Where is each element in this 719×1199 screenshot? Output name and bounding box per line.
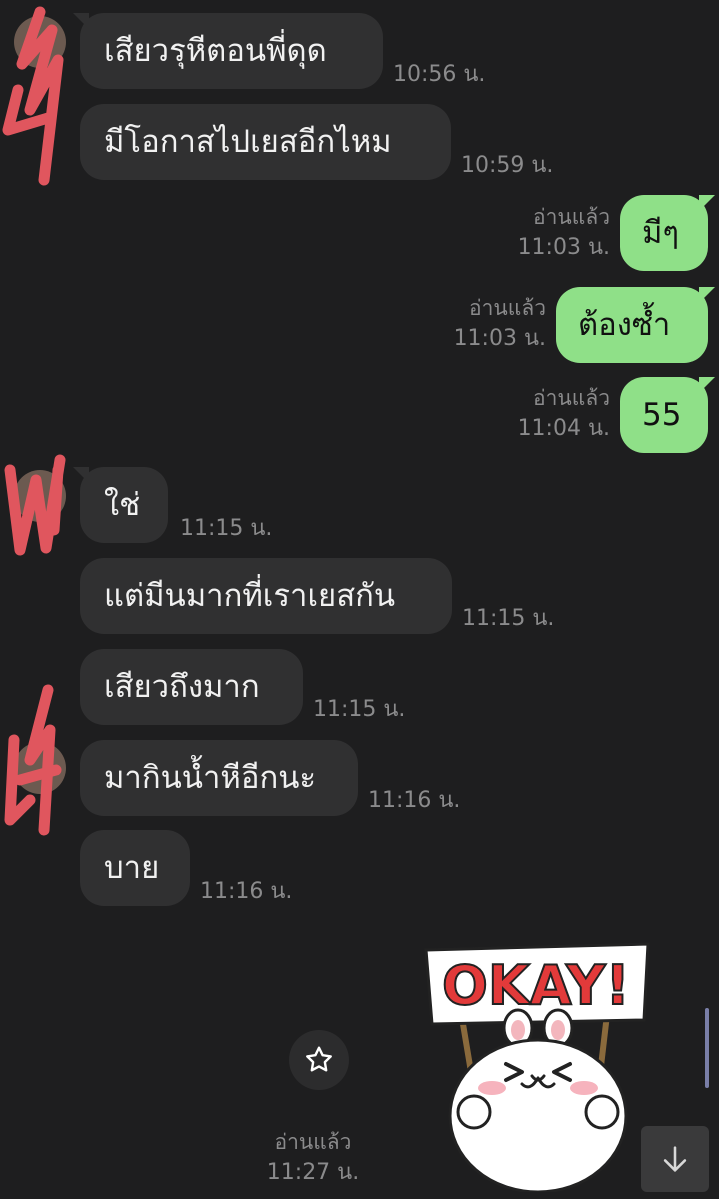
message-time: 11:16 น.: [200, 879, 293, 904]
read-receipt: อ่านแล้ว 11:27 น.: [258, 1127, 368, 1189]
message-time: 11:15 น.: [180, 516, 273, 541]
message-text: แต่มีนมากที่เราเยสกัน: [104, 577, 396, 614]
message-time: 10:59 น.: [461, 153, 554, 178]
message-bubble-outgoing[interactable]: ต้องซ้ำ: [556, 287, 708, 363]
message-bubble-incoming[interactable]: มากินน้ำหีอีกนะ: [80, 740, 358, 816]
message-text: เสียวถึงมาก: [104, 668, 260, 705]
arrow-down-icon: [663, 1146, 687, 1172]
message-bubble-outgoing[interactable]: มีๆ: [620, 195, 708, 271]
read-label: อ่านแล้ว: [533, 205, 610, 229]
message-time: 11:16 น.: [368, 788, 461, 813]
okay-bunny-sticker[interactable]: OKAY!: [418, 936, 660, 1194]
message-bubble-incoming[interactable]: เสียวถึงมาก: [80, 649, 303, 725]
read-label: อ่านแล้ว: [469, 296, 546, 320]
message-text: มากินน้ำหีอีกนะ: [104, 759, 317, 796]
message-text: เสียวรุหีตอนพี่ดุด: [104, 32, 327, 69]
message-bubble-incoming[interactable]: เสียวรุหีตอนพี่ดุด: [80, 13, 383, 89]
message-time: 10:56 น.: [393, 62, 486, 87]
scrollbar[interactable]: [705, 1008, 709, 1088]
sticker-sign-text: OKAY!: [442, 954, 630, 1017]
star-icon: [306, 1046, 332, 1072]
message-text: บาย: [104, 849, 160, 886]
scroll-to-bottom-button[interactable]: [641, 1126, 709, 1192]
message-text: 55: [642, 396, 682, 433]
message-time: 11:03 น.: [453, 326, 546, 352]
message-time: 11:04 น.: [517, 416, 610, 442]
message-bubble-incoming[interactable]: บาย: [80, 830, 190, 906]
message-text: มีโอกาสไปเยสอีกไหม: [104, 123, 392, 160]
message-text: ต้องซ้ำ: [578, 306, 671, 343]
message-time: 11:15 น.: [313, 697, 406, 722]
message-time: 11:03 น.: [517, 235, 610, 261]
message-bubble-outgoing[interactable]: 55: [620, 377, 708, 453]
read-receipt: อ่านแล้ว 11:04 น.: [500, 383, 610, 445]
read-receipt: อ่านแล้ว 11:03 น.: [500, 202, 610, 264]
message-text: มีๆ: [642, 214, 680, 251]
message-time: 11:27 น.: [266, 1160, 360, 1186]
avatar[interactable]: [14, 470, 66, 522]
message-bubble-incoming[interactable]: ใช่: [80, 467, 168, 543]
read-label: อ่านแล้ว: [274, 1130, 352, 1154]
avatar[interactable]: [14, 742, 66, 794]
favorite-button[interactable]: [289, 1030, 349, 1090]
message-text: ใช่: [104, 486, 141, 523]
okay-bunny-sticker-art: OKAY!: [424, 942, 650, 1194]
read-receipt: อ่านแล้ว 11:03 น.: [436, 293, 546, 355]
avatar[interactable]: [14, 16, 66, 68]
read-label: อ่านแล้ว: [533, 386, 610, 410]
message-time: 11:15 น.: [462, 606, 555, 631]
message-bubble-incoming[interactable]: แต่มีนมากที่เราเยสกัน: [80, 558, 452, 634]
message-bubble-incoming[interactable]: มีโอกาสไปเยสอีกไหม: [80, 104, 451, 180]
